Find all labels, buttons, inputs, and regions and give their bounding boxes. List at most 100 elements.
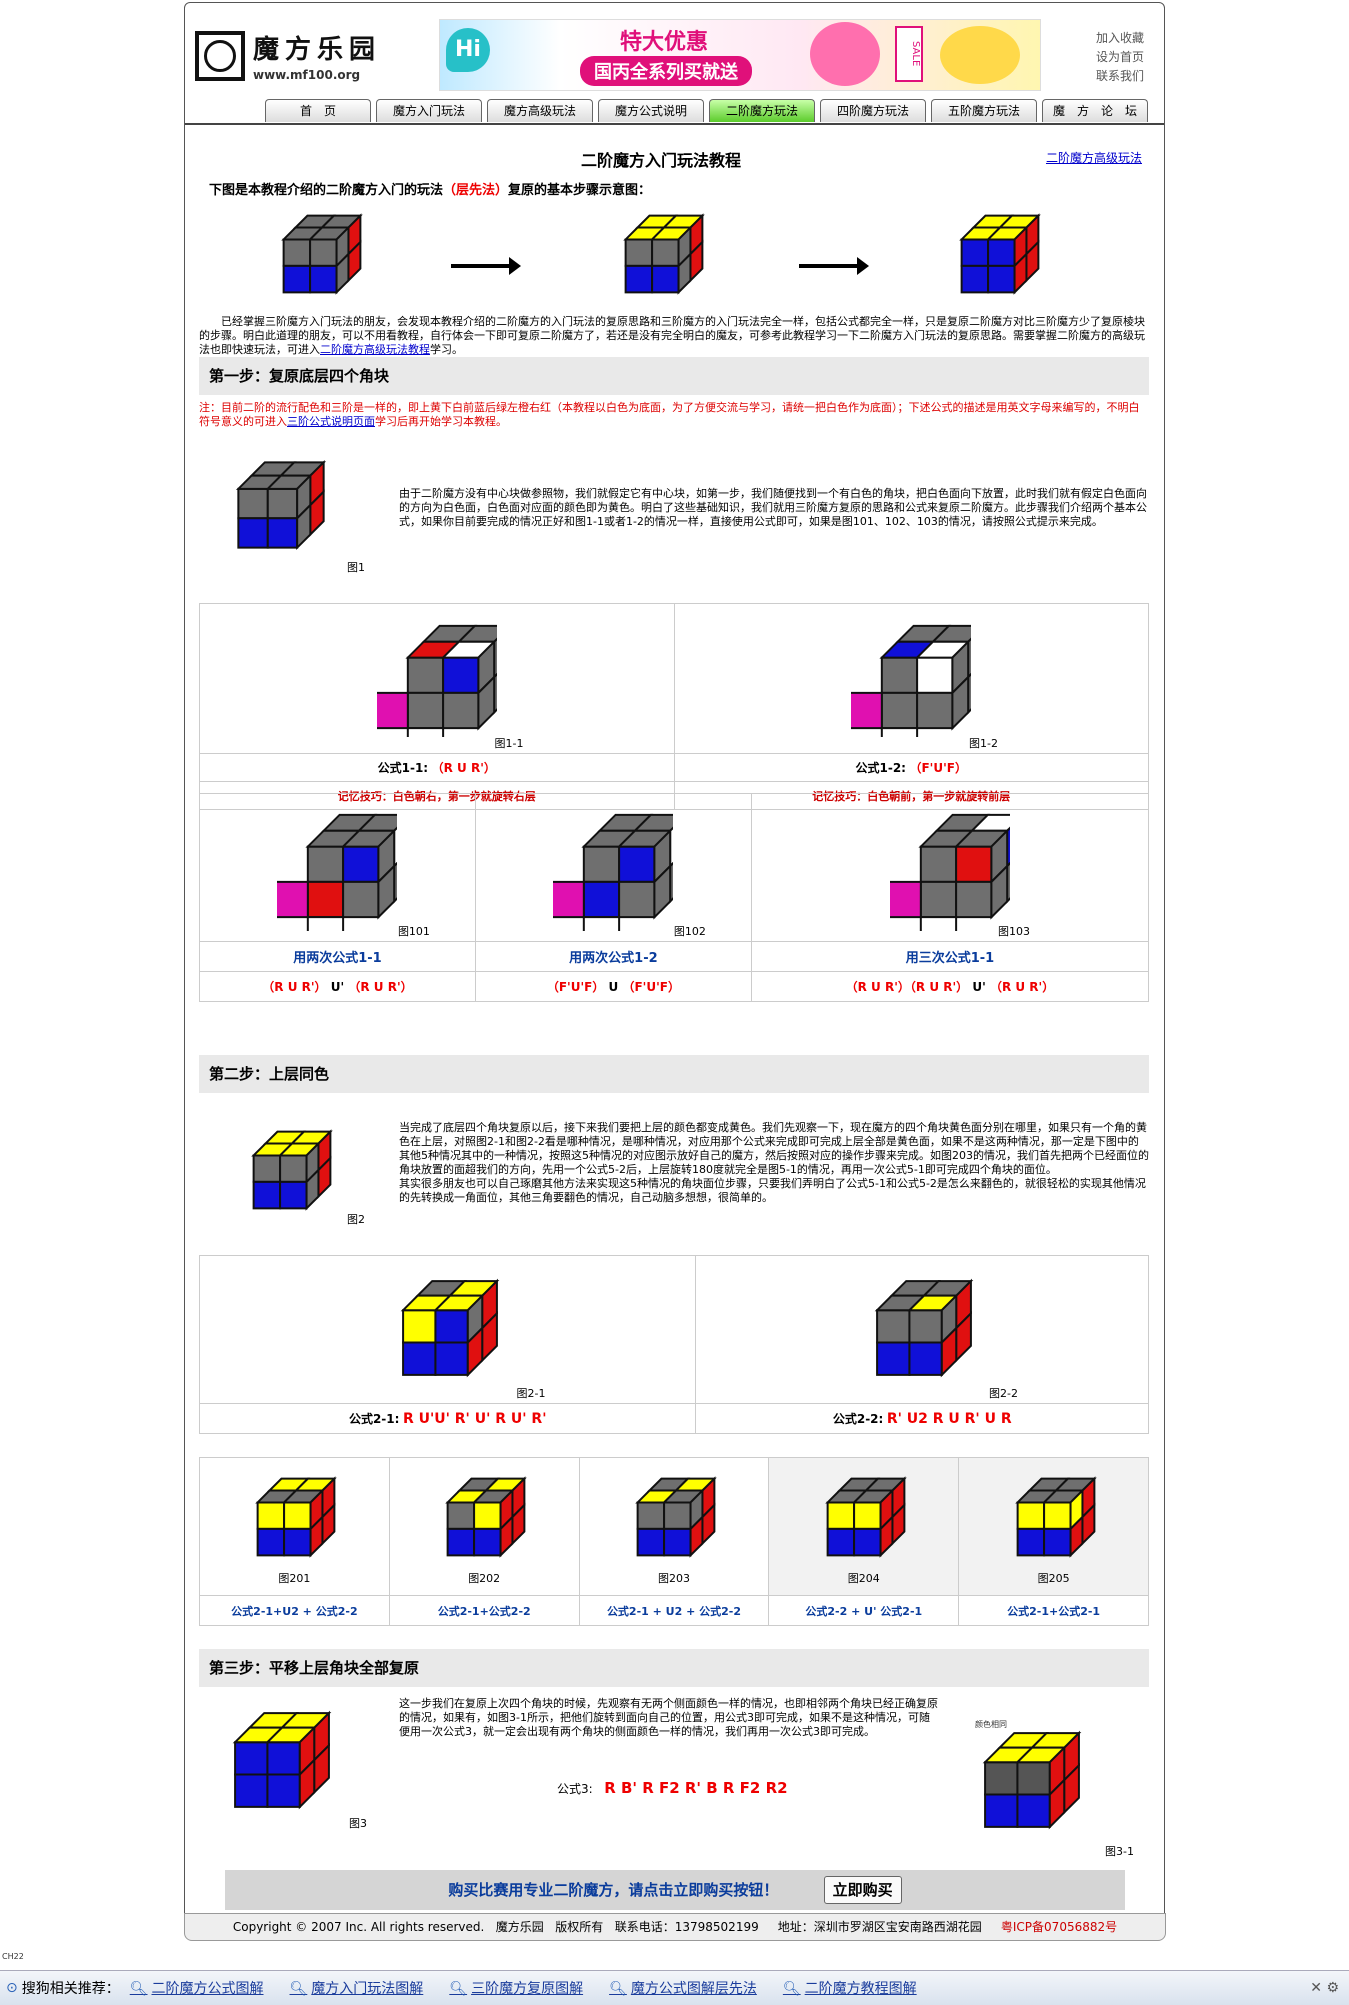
footer-rights: 版权所有 <box>555 1920 604 1934</box>
nav-tab-2x2[interactable]: 二阶魔方玩法 <box>709 99 815 122</box>
combo-formula: （F'U'F） U （F'U'F） <box>474 971 752 1002</box>
site-logo[interactable]: 魔方乐园 www.mf100.org <box>195 29 381 82</box>
other-cell: 图201 <box>199 1457 390 1596</box>
fig202-diagram <box>445 1476 527 1558</box>
formula-page-link[interactable]: 三阶公式说明页面 <box>287 415 375 428</box>
recommend-link-text: 魔方公式图解层先法 <box>630 1981 757 1997</box>
fig204-diagram <box>824 1476 907 1558</box>
other-cell: 图202 <box>388 1457 580 1596</box>
fig1-2-caption: 图1-2 <box>969 737 998 750</box>
copyright: Copyright © 2007 Inc. All rights reserve… <box>232 1920 485 1934</box>
fig103-diagram <box>884 812 1026 954</box>
overview-cube-bottom <box>281 213 363 295</box>
fig3-1-caption: 图3-1 <box>1105 1845 1134 1858</box>
recommend-link[interactable]: 🔍︎ 二阶魔方公式图解 <box>130 1978 264 1998</box>
fig102-diagram <box>547 812 689 954</box>
overview-cube-top-yellow <box>623 213 705 295</box>
search-icon: 🔍︎ <box>782 1981 801 1997</box>
intro-paragraph: 已经掌握三阶魔方入门玩法的朋友，会发现本教程介绍的二阶魔方的入门玩法的复原思路和… <box>199 315 1149 357</box>
fig1-1-caption: 图1-1 <box>494 737 524 750</box>
nav-tab-beginner[interactable]: 魔方入门玩法 <box>376 99 482 122</box>
step2-heading: 第二步：上层同色 <box>199 1055 1149 1093</box>
nav-tab-5x5[interactable]: 五阶魔方玩法 <box>931 99 1037 122</box>
recommend-link[interactable]: 🔍︎ 魔方公式图解层先法 <box>609 1978 757 1998</box>
step1-heading: 第一步：复原底层四个角块 <box>199 357 1149 395</box>
formula-part: （R U R'） <box>989 980 1055 994</box>
ad-banner[interactable]: Hi 特大优惠 国丙全系列买就送 SALE <box>439 19 1041 91</box>
step3-explain: 这一步我们在复原上次四个角块的时候，先观察有无两个侧面颜色一样的情况，也即相邻两… <box>399 1697 938 1738</box>
step1-combos-table: 图101 图102 图103 用两次公式1-1 用两次公式1-2 用三次公式1-… <box>199 793 1150 1002</box>
search-icon: 🔍︎ <box>449 1981 468 1997</box>
advanced-tutorial-link[interactable]: 二阶魔方高级玩法教程 <box>320 343 430 356</box>
search-icon: 🔍︎ <box>289 1981 308 1997</box>
recommend-link[interactable]: 🔍︎ 二阶魔方教程图解 <box>783 1978 917 1998</box>
fig201-diagram <box>255 1476 338 1558</box>
top-links: 加入收藏 设为首页 联系我们 <box>1096 29 1144 86</box>
step1-cases-table: 图1-1 图1-2 公式1-1: （R U R'） 公式1-2: （F'U'F）… <box>199 603 1149 810</box>
fig101-caption: 图101 <box>397 925 430 938</box>
combo-formula: （R U R'）（R U R'） U' （R U R'） <box>750 971 1150 1002</box>
fig3-1-cube <box>982 1730 1082 1830</box>
step2-cases-table: 图2-1 图2-2 公式2-1: R U'U' R' U' R U' R' 公式… <box>198 1255 1149 1434</box>
fig2-cube <box>251 1129 333 1211</box>
advanced-link[interactable]: 二阶魔方高级玩法 <box>1046 149 1142 166</box>
recommend-link[interactable]: 🔍︎ 魔方入门玩法图解 <box>290 1978 424 1998</box>
search-icon: 🔍︎ <box>609 1981 627 1997</box>
fig2-2-diagram <box>874 1278 974 1378</box>
step1-note-end: 学习后再开始学习本教程。 <box>375 415 507 428</box>
case-cell: 图1-1 <box>199 603 675 765</box>
formula-label: 公式2-1: <box>348 1412 400 1426</box>
set-homepage-link[interactable]: 设为首页 <box>1096 48 1144 67</box>
sogou-logo-icon: ⊙ <box>6 1980 18 1996</box>
nav-tab-forum[interactable]: 魔 方 论 坛 <box>1042 99 1148 122</box>
recommend-link-text: 魔方入门玩法图解 <box>311 1981 424 1997</box>
fig203-diagram <box>635 1476 717 1558</box>
recommend-link-text: 二阶魔方教程图解 <box>804 1981 917 1997</box>
nav-tab-4x4[interactable]: 四阶魔方玩法 <box>820 99 926 122</box>
banner-headline: 特大优惠 <box>620 30 709 55</box>
footer-icp[interactable]: 粤ICP备07056882号 <box>1001 1920 1117 1934</box>
step3-heading: 第三步：平移上层角块全部复原 <box>199 1649 1149 1687</box>
case-cell: 图1-2 <box>673 603 1149 765</box>
fig2-caption: 图2 <box>347 1213 365 1226</box>
buy-now-button[interactable]: 立即购买 <box>823 1876 902 1904</box>
nav-tab-formula[interactable]: 魔方公式说明 <box>598 99 704 122</box>
intro-method: （层先法） <box>443 183 509 198</box>
fig205-diagram <box>1014 1476 1097 1558</box>
formula-part: （R U R'） <box>348 980 413 994</box>
combo-cell: 图101 <box>199 793 476 954</box>
formula-label: 公式1-2: <box>855 761 906 775</box>
add-favorite-link[interactable]: 加入收藏 <box>1096 29 1144 48</box>
formula-cell: 公式1-2: （F'U'F） <box>673 753 1149 782</box>
step1-explain: 由于二阶魔方没有中心块做参照物，我们就假定它有中心块，如第一步，我们随便找到一个… <box>399 487 1147 528</box>
formula-part: （F'U'F） <box>546 980 605 994</box>
footer-site-name: 魔方乐园 <box>495 1920 544 1934</box>
other-cell: 图205 <box>958 1457 1149 1596</box>
fig203-caption: 图203 <box>657 1572 690 1585</box>
recommend-label: 搜狗相关推荐： <box>21 1981 120 1997</box>
banner-tagline: 国丙全系列买就送 <box>580 56 752 86</box>
intro-prefix: 下图是本教程介绍的二阶魔方入门的玩法 <box>209 183 444 198</box>
main-nav: 首 页 魔方入门玩法 魔方高级玩法 魔方公式说明 二阶魔方玩法 四阶魔方玩法 五… <box>265 99 1153 122</box>
combo-title: 用三次公式1-1 <box>750 941 1150 972</box>
contact-link[interactable]: 联系我们 <box>1096 67 1144 86</box>
other-formula: 公式2-1 + U2 + 公式2-2 <box>578 1595 770 1626</box>
formula-3: 公式3: R B' R F2 R' B R F2 R2 <box>557 1779 788 1797</box>
formula-label: 公式1-1: <box>377 761 429 775</box>
combo-cell: 图102 <box>474 793 752 954</box>
arrow-icon <box>799 257 869 275</box>
fig2-2-caption: 图2-2 <box>989 1387 1018 1400</box>
sogou-recommend-bar: ⊙ 搜狗相关推荐： 🔍︎ 二阶魔方公式图解 🔍︎ 魔方入门玩法图解 🔍︎ 三阶魔方复原… <box>0 1970 1349 2005</box>
site-header: 魔方乐园 www.mf100.org Hi 特大优惠 国丙全系列买就送 SALE… <box>185 3 1164 125</box>
nav-tab-advanced[interactable]: 魔方高级玩法 <box>487 99 593 122</box>
tools-icon[interactable]: ✕ ⚙ <box>1310 1980 1339 1996</box>
arrow-icon <box>451 257 521 275</box>
other-formula: 公式2-1+公式2-2 <box>388 1595 580 1626</box>
fig1-caption: 图1 <box>347 561 365 574</box>
formula-cell: 公式2-1: R U'U' R' U' R U' R' <box>198 1403 697 1434</box>
nav-tab-home[interactable]: 首 页 <box>265 99 371 122</box>
case-cell: 图2-1 <box>198 1255 697 1404</box>
recommend-link[interactable]: 🔍︎ 三阶魔方复原图解 <box>449 1978 583 1998</box>
page-frame: 魔方乐园 www.mf100.org Hi 特大优惠 国丙全系列买就送 SALE… <box>184 2 1165 1916</box>
combo-formula: （R U R'） U' （R U R'） <box>199 971 476 1002</box>
